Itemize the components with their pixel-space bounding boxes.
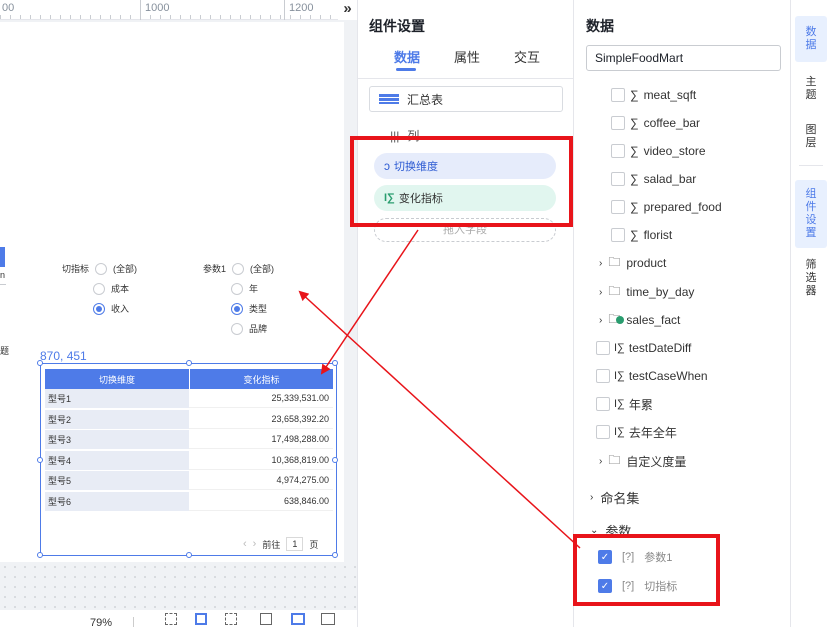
annotation-arrows	[298, 229, 581, 549]
arrow-line	[298, 290, 581, 549]
arrow-line	[320, 229, 419, 375]
